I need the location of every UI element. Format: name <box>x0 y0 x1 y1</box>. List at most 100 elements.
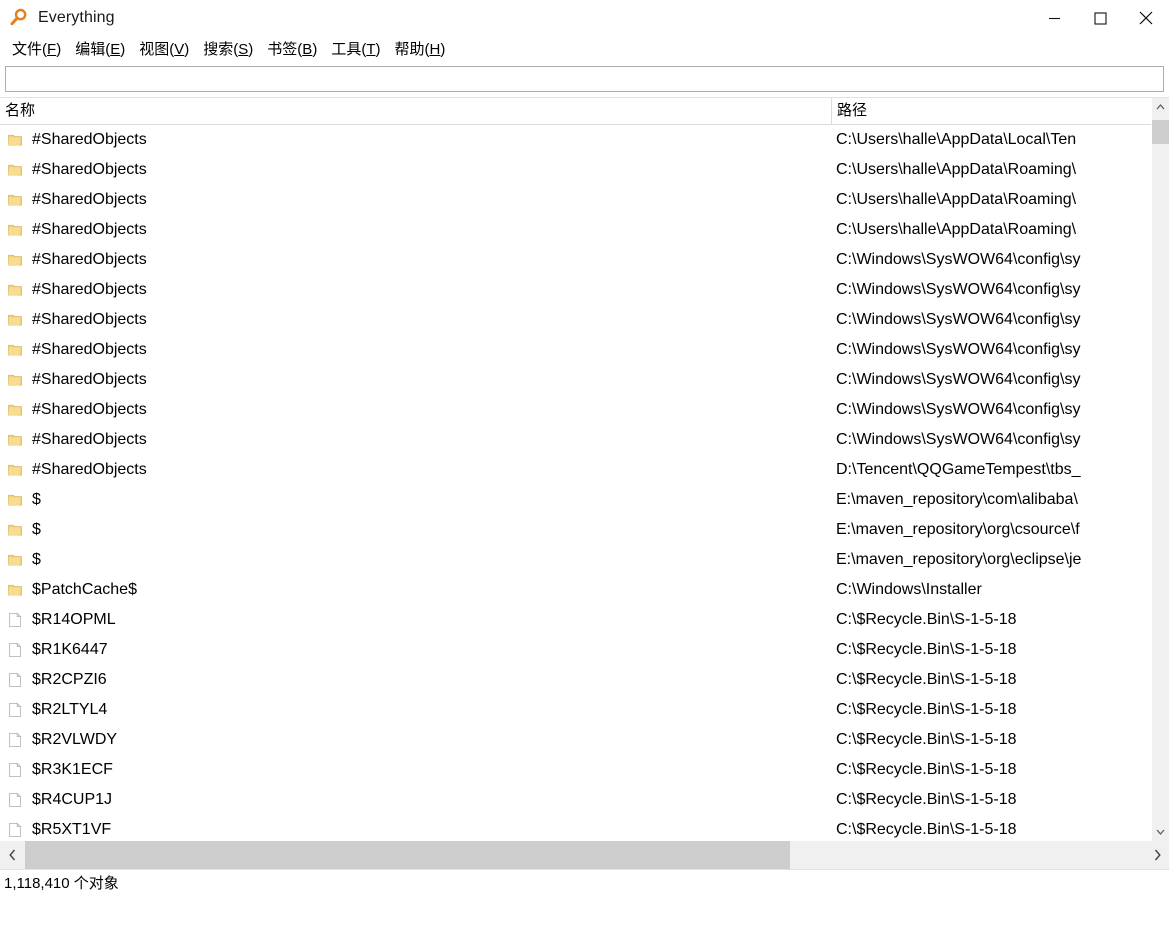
table-row[interactable]: #SharedObjects C:\Users\halle\AppData\Roa… <box>0 155 1169 185</box>
cell-path[interactable]: E:\maven_repository\org\eclipse\je <box>836 545 1143 575</box>
table-row[interactable]: $R2LTYL4 C:\$Recycle.Bin\S-1-5-18 <box>0 695 1169 725</box>
cell-path[interactable]: C:\Users\halle\AppData\Roaming\ <box>836 185 1143 215</box>
table-row[interactable]: #SharedObjects C:\Windows\SysWOW64\config… <box>0 305 1169 335</box>
table-row[interactable]: #SharedObjects C:\Users\halle\AppData\Loc… <box>0 125 1169 155</box>
menu-item-2[interactable]: 编辑(E) <box>68 40 132 60</box>
table-row[interactable]: $R14OPML C:\$Recycle.Bin\S-1-5-18 <box>0 605 1169 635</box>
scroll-down-button[interactable] <box>1152 823 1169 841</box>
cell-path[interactable]: C:\Windows\SysWOW64\config\sy <box>836 395 1143 425</box>
cell-path[interactable]: C:\$Recycle.Bin\S-1-5-18 <box>836 725 1143 755</box>
cell-name[interactable]: #SharedObjects <box>0 245 831 275</box>
maximize-icon <box>1093 11 1107 25</box>
cell-path[interactable]: C:\Users\halle\AppData\Roaming\ <box>836 215 1143 245</box>
cell-name[interactable]: $ <box>0 485 831 515</box>
cell-path[interactable]: C:\Windows\SysWOW64\config\sy <box>836 245 1143 275</box>
cell-name[interactable]: $R5XT1VF <box>0 815 831 841</box>
table-row[interactable]: #SharedObjects C:\Users\halle\AppData\Roa… <box>0 215 1169 245</box>
minimize-button[interactable] <box>1031 0 1077 36</box>
menu-item-3[interactable]: 视图(V) <box>132 40 196 60</box>
table-row[interactable]: $R2CPZI6 C:\$Recycle.Bin\S-1-5-18 <box>0 665 1169 695</box>
cell-path[interactable]: C:\$Recycle.Bin\S-1-5-18 <box>836 785 1143 815</box>
cell-name[interactable]: $R3K1ECF <box>0 755 831 785</box>
table-row[interactable]: #SharedObjects C:\Windows\SysWOW64\config… <box>0 245 1169 275</box>
cell-name[interactable]: #SharedObjects <box>0 425 831 455</box>
menu-item-label: 文件 <box>12 40 43 58</box>
scroll-right-button[interactable] <box>1145 841 1169 869</box>
column-header-name[interactable]: 名称 <box>0 98 831 124</box>
search-input[interactable] <box>5 66 1164 92</box>
cell-path[interactable]: C:\$Recycle.Bin\S-1-5-18 <box>836 695 1143 725</box>
menu-item-5[interactable]: 书签(B) <box>260 40 324 60</box>
table-row[interactable]: #SharedObjects C:\Windows\SysWOW64\config… <box>0 365 1169 395</box>
cell-path[interactable]: C:\Windows\SysWOW64\config\sy <box>836 305 1143 335</box>
table-row[interactable]: $R2VLWDY C:\$Recycle.Bin\S-1-5-18 <box>0 725 1169 755</box>
cell-name[interactable]: $R2LTYL4 <box>0 695 831 725</box>
menu-item-1[interactable]: 文件(F) <box>5 40 68 60</box>
cell-path[interactable]: E:\maven_repository\org\csource\f <box>836 515 1143 545</box>
cell-name[interactable]: $R4CUP1J <box>0 785 831 815</box>
cell-path[interactable]: C:\Users\halle\AppData\Roaming\ <box>836 155 1143 185</box>
cell-path[interactable]: C:\$Recycle.Bin\S-1-5-18 <box>836 605 1143 635</box>
table-row[interactable]: $ E:\maven_repository\com\alibaba\ <box>0 485 1169 515</box>
table-row[interactable]: $PatchCache$ C:\Windows\Installer <box>0 575 1169 605</box>
cell-name[interactable]: $PatchCache$ <box>0 575 831 605</box>
cell-path[interactable]: C:\Windows\Installer <box>836 575 1143 605</box>
cell-name[interactable]: #SharedObjects <box>0 215 831 245</box>
table-row[interactable]: $R5XT1VF C:\$Recycle.Bin\S-1-5-18 <box>0 815 1169 841</box>
status-bar: 1,118,410 个对象 <box>0 869 1169 897</box>
file-name-text: #SharedObjects <box>32 131 147 148</box>
cell-name[interactable]: #SharedObjects <box>0 305 831 335</box>
cell-name[interactable]: $R2VLWDY <box>0 725 831 755</box>
cell-path[interactable]: C:\Windows\SysWOW64\config\sy <box>836 275 1143 305</box>
table-row[interactable]: $R3K1ECF C:\$Recycle.Bin\S-1-5-18 <box>0 755 1169 785</box>
table-row[interactable]: #SharedObjects C:\Windows\SysWOW64\config… <box>0 335 1169 365</box>
cell-path[interactable]: C:\Windows\SysWOW64\config\sy <box>836 335 1143 365</box>
menu-item-4[interactable]: 搜索(S) <box>196 40 260 60</box>
cell-name[interactable]: $ <box>0 515 831 545</box>
scroll-left-button[interactable] <box>0 841 24 869</box>
cell-path[interactable]: C:\$Recycle.Bin\S-1-5-18 <box>836 635 1143 665</box>
maximize-button[interactable] <box>1077 0 1123 36</box>
close-button[interactable] <box>1123 0 1169 36</box>
table-row[interactable]: #SharedObjects D:\Tencent\QQGameTempest\t… <box>0 455 1169 485</box>
folder-icon <box>8 224 22 236</box>
cell-path[interactable]: C:\$Recycle.Bin\S-1-5-18 <box>836 755 1143 785</box>
horizontal-scrollbar[interactable] <box>0 841 1169 869</box>
cell-name[interactable]: $ <box>0 545 831 575</box>
cell-path[interactable]: C:\Windows\SysWOW64\config\sy <box>836 425 1143 455</box>
table-row[interactable]: #SharedObjects C:\Windows\SysWOW64\config… <box>0 395 1169 425</box>
cell-name[interactable]: #SharedObjects <box>0 155 831 185</box>
cell-path[interactable]: E:\maven_repository\com\alibaba\ <box>836 485 1143 515</box>
cell-name[interactable]: #SharedObjects <box>0 125 831 155</box>
table-row[interactable]: #SharedObjects C:\Users\halle\AppData\Roa… <box>0 185 1169 215</box>
cell-path[interactable]: D:\Tencent\QQGameTempest\tbs_ <box>836 455 1143 485</box>
table-row[interactable]: $R4CUP1J C:\$Recycle.Bin\S-1-5-18 <box>0 785 1169 815</box>
cell-path[interactable]: C:\Users\halle\AppData\Local\Ten <box>836 125 1143 155</box>
vertical-scrollbar-thumb[interactable] <box>1152 120 1169 144</box>
file-path-text: C:\Windows\SysWOW64\config\sy <box>836 251 1081 268</box>
table-row[interactable]: $ E:\maven_repository\org\csource\f <box>0 515 1169 545</box>
menu-item-6[interactable]: 工具(T) <box>324 40 387 60</box>
cell-name[interactable]: #SharedObjects <box>0 395 831 425</box>
cell-name[interactable]: $R1K6447 <box>0 635 831 665</box>
cell-path[interactable]: C:\Windows\SysWOW64\config\sy <box>836 365 1143 395</box>
column-header-path[interactable]: 路径 <box>831 98 1151 124</box>
horizontal-scrollbar-thumb[interactable] <box>25 841 790 869</box>
scroll-up-button[interactable] <box>1152 98 1169 116</box>
table-row[interactable]: #SharedObjects C:\Windows\SysWOW64\config… <box>0 425 1169 455</box>
cell-name[interactable]: #SharedObjects <box>0 275 831 305</box>
cell-name[interactable]: #SharedObjects <box>0 365 831 395</box>
table-row[interactable]: #SharedObjects C:\Windows\SysWOW64\config… <box>0 275 1169 305</box>
file-path-text: C:\Windows\SysWOW64\config\sy <box>836 431 1081 448</box>
table-row[interactable]: $ E:\maven_repository\org\eclipse\je <box>0 545 1169 575</box>
cell-name[interactable]: #SharedObjects <box>0 455 831 485</box>
cell-path[interactable]: C:\$Recycle.Bin\S-1-5-18 <box>836 665 1143 695</box>
cell-name[interactable]: $R2CPZI6 <box>0 665 831 695</box>
cell-path[interactable]: C:\$Recycle.Bin\S-1-5-18 <box>836 815 1143 841</box>
cell-name[interactable]: #SharedObjects <box>0 185 831 215</box>
table-row[interactable]: $R1K6447 C:\$Recycle.Bin\S-1-5-18 <box>0 635 1169 665</box>
cell-name[interactable]: $R14OPML <box>0 605 831 635</box>
menu-item-7[interactable]: 帮助(H) <box>388 40 453 60</box>
cell-name[interactable]: #SharedObjects <box>0 335 831 365</box>
vertical-scrollbar[interactable] <box>1151 98 1169 841</box>
